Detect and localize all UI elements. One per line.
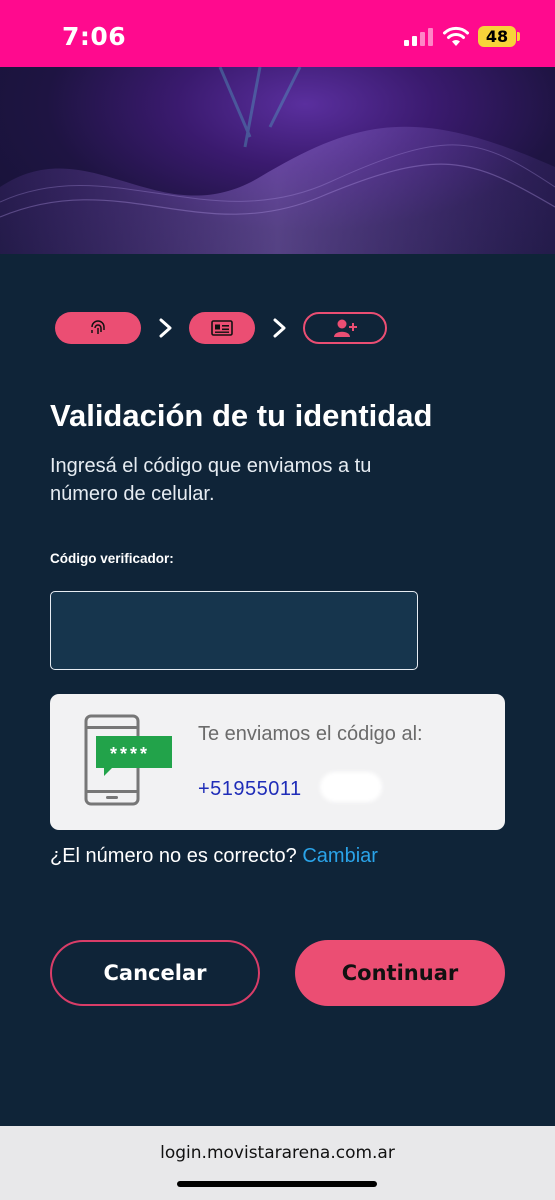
fingerprint-icon xyxy=(91,320,105,334)
chevron-right-icon xyxy=(159,318,172,338)
hero-banner xyxy=(0,67,555,254)
verification-code-input[interactable] xyxy=(50,591,418,670)
sms-code-bubble: **** xyxy=(110,744,151,764)
battery-cap xyxy=(517,32,520,41)
id-card-icon xyxy=(211,320,233,336)
step-user-registration xyxy=(303,312,387,344)
status-time: 7:06 xyxy=(62,22,127,51)
code-label: Código verificador: xyxy=(50,551,174,566)
sms-info-text: Te enviamos el código al: xyxy=(198,723,423,745)
url-text: login.movistararena.com.ar xyxy=(160,1143,395,1163)
change-number-prompt: ¿El número no es correcto? xyxy=(50,845,297,867)
step-biometric xyxy=(55,312,141,344)
change-number-row: ¿El número no es correcto? Cambiar xyxy=(50,845,378,868)
continue-button[interactable]: Continuar xyxy=(295,940,505,1006)
redacted-digits xyxy=(320,772,382,802)
user-add-icon xyxy=(334,319,357,337)
step-id-card xyxy=(189,312,255,344)
battery-indicator: 48 xyxy=(478,26,516,47)
phone-number: +51955011 xyxy=(198,778,302,800)
status-bar: 7:06 48 xyxy=(0,0,555,67)
sms-info-card: **** Te enviamos el código al: +51955011 xyxy=(50,694,505,830)
page-title: Validación de tu identidad xyxy=(50,398,433,433)
chevron-right-icon xyxy=(273,318,286,338)
home-indicator[interactable] xyxy=(177,1181,377,1187)
step-indicator xyxy=(55,312,395,346)
page-subtitle: Ingresá el código que enviamos a tu núme… xyxy=(50,455,372,505)
change-number-link[interactable]: Cambiar xyxy=(302,845,378,867)
cellular-signal-icon xyxy=(404,28,433,46)
cancel-button[interactable]: Cancelar xyxy=(50,940,260,1006)
browser-url-bar[interactable] xyxy=(0,1126,555,1200)
wifi-icon xyxy=(443,26,469,46)
